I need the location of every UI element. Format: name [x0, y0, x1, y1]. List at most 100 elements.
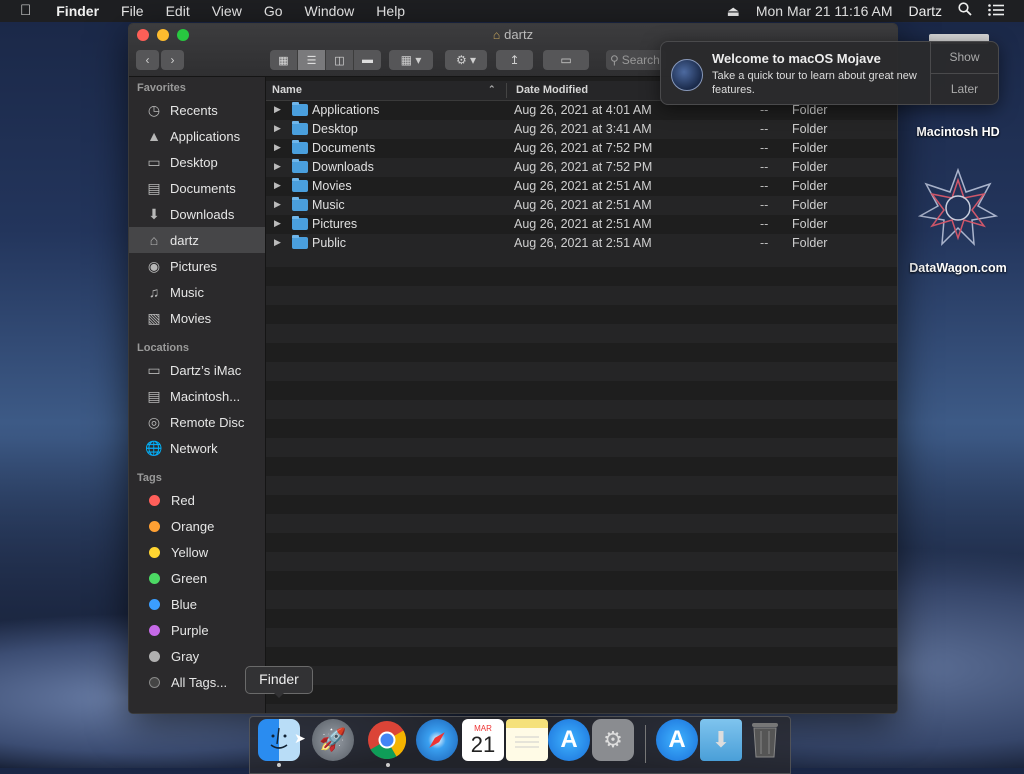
- sidebar-item-dartz[interactable]: ⌂ dartz: [129, 227, 265, 253]
- safari-compass-icon[interactable]: [416, 719, 458, 761]
- sidebar-item-recents[interactable]: ◷ Recents: [129, 97, 265, 123]
- notification-center-icon[interactable]: [980, 0, 1024, 22]
- disclosure-triangle-icon[interactable]: ▶: [274, 180, 281, 191]
- trash-dock-icon[interactable]: [744, 719, 786, 761]
- document-icon: ▤: [147, 179, 161, 196]
- home-folder-icon: ⌂: [492, 28, 501, 42]
- finder-running-indicator: [277, 763, 281, 767]
- menu-window[interactable]: Window: [294, 0, 366, 22]
- menu-user[interactable]: Dartz: [901, 0, 950, 22]
- sidebar-tag-gray[interactable]: Gray: [129, 643, 265, 669]
- disclosure-triangle-icon[interactable]: ▶: [274, 161, 281, 172]
- notification-show-button[interactable]: Show: [931, 42, 998, 74]
- sidebar-item-imac[interactable]: ▭ Dartz’s iMac: [129, 357, 265, 383]
- sidebar-item-documents[interactable]: ▤ Documents: [129, 175, 265, 201]
- column-view-button[interactable]: ◫: [326, 50, 354, 70]
- gallery-view-button[interactable]: ▬: [354, 50, 381, 70]
- sidebar-tag-purple[interactable]: Purple: [129, 617, 265, 643]
- welcome-notification[interactable]: Welcome to macOS Mojave Take a quick tou…: [660, 41, 999, 105]
- action-gear-button[interactable]: ⚙ ▾: [445, 50, 487, 70]
- sidebar-item-pictures[interactable]: ◉ Pictures: [129, 253, 265, 279]
- table-row[interactable]: ▶ Desktop Aug 26, 2021 at 3:41 AM -- Folder: [266, 120, 897, 139]
- sidebar-item-music[interactable]: ♫ Music: [129, 279, 265, 305]
- chrome-dock-icon[interactable]: [366, 719, 408, 761]
- macintosh-hd-label[interactable]: Macintosh HD: [906, 125, 1010, 139]
- back-button[interactable]: ‹: [136, 50, 159, 70]
- sidebar-tag-orange[interactable]: Orange: [129, 513, 265, 539]
- calendar-dock-icon[interactable]: MAR 21: [462, 719, 504, 761]
- sidebar-item-desktop[interactable]: ▭ Desktop: [129, 149, 265, 175]
- table-row[interactable]: ▶ Downloads Aug 26, 2021 at 7:52 PM -- Folde…: [266, 158, 897, 177]
- share-button[interactable]: ↥: [496, 50, 533, 70]
- menu-help[interactable]: Help: [365, 0, 416, 22]
- table-row[interactable]: ▶ Movies Aug 26, 2021 at 2:51 AM -- Folder: [266, 177, 897, 196]
- icon-view-button[interactable]: ▦: [270, 50, 298, 70]
- folder-icon: [292, 121, 308, 135]
- menu-edit[interactable]: Edit: [155, 0, 201, 22]
- sidebar-section-tags: Tags: [137, 472, 162, 484]
- file-size: --: [760, 103, 769, 117]
- downloads-folder-dock-icon[interactable]: ⬇: [700, 719, 742, 761]
- app-store-dock-icon[interactable]: A: [548, 719, 590, 761]
- menu-file[interactable]: File: [110, 0, 155, 22]
- clock-icon: ◷: [147, 101, 161, 118]
- sidebar-tag-yellow[interactable]: Yellow: [129, 539, 265, 565]
- disclosure-triangle-icon[interactable]: ▶: [274, 123, 281, 134]
- group-by-button[interactable]: ▦ ▾: [389, 50, 433, 70]
- disk-icon: ▤: [147, 387, 161, 404]
- forward-button[interactable]: ›: [161, 50, 184, 70]
- sidebar-item-network[interactable]: 🌐 Network: [129, 435, 265, 461]
- datawagon-label[interactable]: DataWagon.com: [900, 261, 1016, 275]
- column-name[interactable]: Name: [272, 84, 302, 96]
- sidebar-tag-blue[interactable]: Blue: [129, 591, 265, 617]
- sidebar-item-movies[interactable]: ▧ Movies: [129, 305, 265, 331]
- applications-icon: ▲: [147, 128, 161, 144]
- list-view-button[interactable]: ☰: [298, 50, 326, 70]
- network-icon: 🌐: [145, 439, 163, 456]
- sidebar-item-macintosh-hd[interactable]: ▤ Macintosh...: [129, 383, 265, 409]
- file-date: Aug 26, 2021 at 2:51 AM: [514, 217, 652, 231]
- column-date-modified[interactable]: Date Modified: [516, 84, 588, 96]
- sidebar: Favorites ◷ Recents ▲ Applications ▭ Deskto…: [129, 77, 266, 713]
- file-size: --: [760, 160, 769, 174]
- menu-app-name[interactable]: Finder: [45, 0, 110, 22]
- menu-clock[interactable]: Mon Mar 21 11:16 AM: [748, 0, 901, 22]
- dock-separator: [645, 725, 646, 763]
- table-row[interactable]: ▶ Documents Aug 26, 2021 at 7:52 PM -- Folde…: [266, 139, 897, 158]
- mouse-cursor-icon: ➤: [294, 730, 306, 746]
- apple-menu-icon[interactable]: : [0, 0, 45, 22]
- sidebar-item-downloads[interactable]: ⬇ Downloads: [129, 201, 265, 227]
- file-name: Applications: [312, 103, 380, 117]
- menu-view[interactable]: View: [201, 0, 253, 22]
- disclosure-triangle-icon[interactable]: ▶: [274, 218, 281, 229]
- tag-color-dot: [149, 494, 160, 506]
- system-preferences-dock-icon[interactable]: ⚙: [592, 719, 634, 761]
- dock: 🚀 MAR 21 A ⚙ A ⬇: [249, 716, 791, 774]
- folder-icon: [292, 178, 308, 192]
- launchpad-dock-icon[interactable]: 🚀: [312, 719, 354, 761]
- table-row[interactable]: ▶ Pictures Aug 26, 2021 at 2:51 AM -- Folder: [266, 215, 897, 234]
- search-icon: ⚲: [610, 53, 619, 67]
- notes-dock-icon[interactable]: [506, 719, 548, 761]
- notification-later-button[interactable]: Later: [931, 74, 998, 105]
- app-store-download-dock-icon[interactable]: A: [656, 719, 698, 761]
- sidebar-item-applications[interactable]: ▲ Applications: [129, 123, 265, 149]
- search-field[interactable]: ⚲ Search: [606, 50, 666, 70]
- disclosure-triangle-icon[interactable]: ▶: [274, 237, 281, 248]
- sidebar-item-remote-disc[interactable]: ◎ Remote Disc: [129, 409, 265, 435]
- disclosure-triangle-icon[interactable]: ▶: [274, 104, 281, 115]
- disclosure-triangle-icon[interactable]: ▶: [274, 142, 281, 153]
- camera-icon: ◉: [147, 257, 161, 274]
- eject-icon[interactable]: ⏏: [719, 0, 748, 22]
- mojave-icon: [671, 59, 703, 91]
- table-row[interactable]: ▶ Public Aug 26, 2021 at 2:51 AM -- Folder: [266, 234, 897, 253]
- table-row[interactable]: ▶ Music Aug 26, 2021 at 2:51 AM -- Folder: [266, 196, 897, 215]
- tags-button[interactable]: ▭: [543, 50, 589, 70]
- sidebar-tag-red[interactable]: Red: [129, 487, 265, 513]
- disclosure-triangle-icon[interactable]: ▶: [274, 199, 281, 210]
- menu-go[interactable]: Go: [253, 0, 294, 22]
- spotlight-icon[interactable]: [950, 0, 980, 22]
- sidebar-tag-green[interactable]: Green: [129, 565, 265, 591]
- datawagon-star-icon[interactable]: [918, 168, 998, 248]
- download-icon: ⬇: [148, 205, 160, 222]
